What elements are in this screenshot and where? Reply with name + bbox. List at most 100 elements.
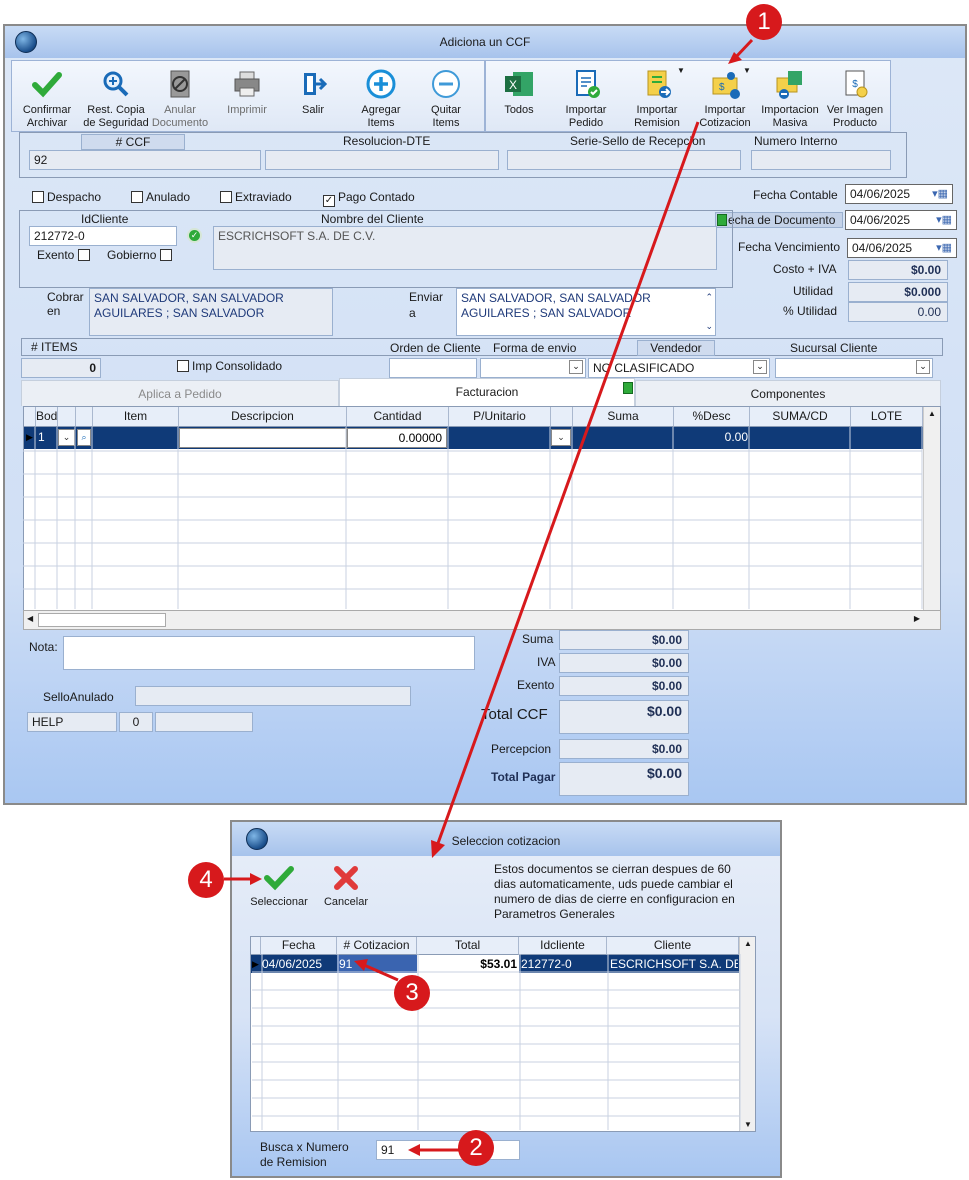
despacho-checkbox[interactable]: Despacho bbox=[32, 190, 101, 204]
sello-anulado-field[interactable] bbox=[135, 686, 411, 706]
col-fecha[interactable]: Fecha bbox=[261, 937, 337, 955]
gobierno-checkbox[interactable]: Gobierno bbox=[107, 248, 175, 262]
rest-copia-button[interactable]: Rest. Copia de Seguridad bbox=[81, 68, 151, 130]
resolucion-field[interactable] bbox=[265, 150, 499, 170]
nota-input[interactable] bbox=[63, 636, 475, 670]
scroll-thumb[interactable] bbox=[38, 613, 166, 627]
col-descripcion[interactable]: Descripcion bbox=[179, 407, 347, 427]
numero-interno-field[interactable] bbox=[751, 150, 891, 170]
grid-vertical-scrollbar[interactable]: ▲▼ bbox=[923, 407, 940, 629]
chevron-down-icon[interactable]: ⌄ bbox=[569, 360, 583, 374]
enviar-address-field[interactable]: SAN SALVADOR, SAN SALVADOR AGUILARES ; SA… bbox=[456, 288, 716, 336]
imp-consolidado-checkbox[interactable]: Imp Consolidado bbox=[177, 359, 282, 373]
grid-horizontal-scrollbar[interactable]: ◀ ▶ bbox=[23, 610, 941, 630]
col-item[interactable]: Item bbox=[93, 407, 179, 427]
extraviado-checkbox[interactable]: Extraviado bbox=[220, 190, 292, 204]
agregar-items-button[interactable]: Agregar Items bbox=[353, 68, 409, 130]
scroll-up-icon[interactable]: ▲ bbox=[928, 409, 936, 418]
chevron-down-icon[interactable]: ⌄ bbox=[753, 360, 767, 374]
chevron-down-icon[interactable]: ⌄ bbox=[916, 360, 930, 374]
enviar-label: Enviar bbox=[409, 290, 444, 304]
row-cantidad-input[interactable]: 0.00000 bbox=[347, 428, 447, 448]
tab-facturacion[interactable]: Facturacion bbox=[339, 378, 635, 406]
fecha-contable-picker[interactable]: 04/06/2025 ▾▦ bbox=[845, 184, 953, 204]
busca-remision-input[interactable]: 91 bbox=[376, 1140, 520, 1160]
ver-imagen-producto-button[interactable]: $ Ver Imagen Producto bbox=[823, 68, 887, 130]
remision-dropdown-icon[interactable]: ▼ bbox=[677, 66, 685, 75]
tab-componentes[interactable]: Componentes bbox=[635, 380, 941, 406]
col-suma[interactable]: Suma bbox=[573, 407, 674, 427]
row-total[interactable]: $53.01 bbox=[417, 955, 519, 973]
col-lote[interactable]: LOTE bbox=[851, 407, 923, 427]
cobrar-address-field[interactable]: SAN SALVADOR, SAN SALVADOR AGUILARES ; SA… bbox=[89, 288, 333, 336]
chevron-down-icon[interactable]: ⌄ bbox=[551, 429, 571, 446]
vendedor-select[interactable]: NO CLASIFICADO ⌄ bbox=[588, 358, 770, 378]
enviar-line1: SAN SALVADOR, SAN SALVADOR bbox=[461, 291, 651, 305]
orden-cliente-input[interactable] bbox=[389, 358, 477, 378]
scroll-down-icon[interactable]: ▼ bbox=[744, 1120, 752, 1129]
col-desc[interactable]: %Desc bbox=[674, 407, 750, 427]
tab-aplica-pedido[interactable]: Aplica a Pedido bbox=[21, 380, 339, 406]
calendar-icon[interactable]: ▾▦ bbox=[936, 213, 952, 226]
exento-checkbox[interactable]: Exento bbox=[37, 248, 93, 262]
forma-envio-select[interactable]: ⌄ bbox=[480, 358, 586, 378]
cotizacion-dropdown-icon[interactable]: ▼ bbox=[743, 66, 751, 75]
row-cliente[interactable]: ESCRICHSOFT S.A. DE bbox=[610, 955, 738, 973]
table-row[interactable]: ▶ 04/06/2025 91 $53.01 212772-0 ESCRICHS… bbox=[251, 955, 739, 973]
col-punitario[interactable]: P/Unitario bbox=[449, 407, 551, 427]
col-cantidad[interactable]: Cantidad bbox=[347, 407, 449, 427]
seleccion-cotizacion-dialog: Seleccion cotizacion Seleccionar Cancela… bbox=[230, 820, 782, 1178]
ccf-number-field[interactable]: 92 bbox=[29, 150, 261, 170]
col-bodega[interactable]: Bodega bbox=[36, 407, 58, 427]
items-grid: Bodega Item Descripcion Cantidad P/Unita… bbox=[23, 406, 941, 630]
row-descripcion-input[interactable] bbox=[179, 428, 347, 448]
grid-row-header bbox=[251, 937, 261, 955]
sucursal-select[interactable]: ⌄ bbox=[775, 358, 933, 378]
annotation-badge-1: 1 bbox=[746, 4, 782, 40]
col-idcliente[interactable]: Idcliente bbox=[519, 937, 607, 955]
col-cliente[interactable]: Cliente bbox=[607, 937, 739, 955]
total-pagar-value: $0.00 bbox=[559, 762, 689, 796]
enviar-a-label: a bbox=[409, 306, 416, 320]
pago-contado-checkbox[interactable]: ✓ Pago Contado bbox=[323, 190, 415, 207]
cancelar-button[interactable]: Cancelar bbox=[322, 864, 370, 909]
importar-pedido-button[interactable]: Importar Pedido bbox=[557, 68, 615, 130]
calendar-icon[interactable]: ▾▦ bbox=[936, 241, 952, 254]
scroll-down-icon[interactable]: ⌄ bbox=[705, 319, 713, 334]
anulado-checkbox[interactable]: Anulado bbox=[131, 190, 190, 204]
imprimir-button[interactable]: Imprimir bbox=[221, 68, 273, 117]
idcliente-input[interactable]: 212772-0 bbox=[29, 226, 177, 246]
confirmar-archivar-button[interactable]: Confirmar Archivar bbox=[19, 68, 75, 130]
table-row[interactable]: ▶ 1 ⌄ ⌕ 0.00000 ⌄ 0.00 bbox=[24, 427, 923, 449]
dialog-titlebar: Seleccion cotizacion bbox=[232, 822, 780, 856]
salir-button[interactable]: Salir bbox=[291, 68, 335, 117]
col-sumacd[interactable]: SUMA/CD bbox=[750, 407, 851, 427]
quitar-items-button[interactable]: Quitar Items bbox=[421, 68, 471, 130]
scroll-up-icon[interactable]: ⌃ bbox=[705, 290, 713, 305]
scroll-up-icon[interactable]: ▲ bbox=[744, 939, 752, 948]
col-cotizacion[interactable]: # Cotizacion bbox=[337, 937, 417, 955]
row-cotizacion[interactable]: 91 bbox=[337, 955, 417, 973]
search-icon[interactable]: ⌕ bbox=[77, 429, 91, 446]
importar-cotizacion-button[interactable]: $ Importar Cotizacion bbox=[693, 68, 757, 130]
scroll-left-icon[interactable]: ◀ bbox=[27, 614, 33, 623]
serie-field[interactable] bbox=[507, 150, 741, 170]
importacion-masiva-button[interactable]: Importacion Masiva bbox=[757, 68, 823, 130]
fecha-vencimiento-picker[interactable]: 04/06/2025 ▾▦ bbox=[847, 238, 957, 258]
validate-cliente-icon[interactable]: ✓ bbox=[187, 228, 202, 243]
chevron-down-icon[interactable]: ⌄ bbox=[58, 429, 75, 446]
scroll-right-icon[interactable]: ▶ bbox=[914, 614, 920, 623]
row-desc[interactable]: 0.00 bbox=[674, 427, 748, 447]
nombre-cliente-field[interactable]: ESCRICHSOFT S.A. DE C.V. bbox=[213, 226, 717, 270]
todos-button[interactable]: X Todos bbox=[497, 68, 541, 117]
col-total[interactable]: Total bbox=[417, 937, 519, 955]
anular-documento-button[interactable]: Anular Documento bbox=[151, 68, 209, 130]
row-bodega[interactable]: 1 bbox=[38, 427, 45, 447]
row-fecha[interactable]: 04/06/2025 bbox=[262, 955, 322, 973]
seleccionar-button[interactable]: Seleccionar bbox=[248, 864, 310, 909]
dialog-grid-scrollbar[interactable]: ▲ ▼ bbox=[739, 937, 755, 1131]
calendar-icon[interactable]: ▾▦ bbox=[932, 187, 948, 200]
row-idcliente[interactable]: 212772-0 bbox=[521, 955, 572, 973]
importar-remision-button[interactable]: Importar Remision bbox=[625, 68, 689, 130]
fecha-documento-picker[interactable]: 04/06/2025 ▾▦ bbox=[845, 210, 957, 230]
